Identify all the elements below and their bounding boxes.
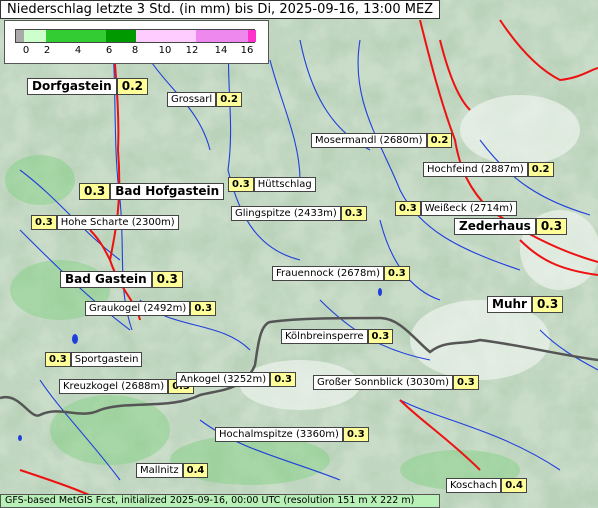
place-marker: Ankogel (3252m) 0.3 [176,372,296,387]
precipitation-value: 0.3 [531,296,564,313]
place-marker: Grossarl 0.2 [167,92,242,107]
place-marker: Hochalmspitze (3360m) 0.3 [215,427,369,442]
place-name: Zederhaus [454,218,536,235]
place-name: Koschach [446,478,502,493]
precipitation-value: 0.3 [342,427,369,442]
precipitation-value: 0.3 [367,329,394,344]
legend-tick-label: 4 [74,45,82,56]
place-marker: Muhr 0.3 [487,296,564,313]
precipitation-value: 0.3 [190,301,217,316]
legend-tick-label: 8 [131,45,139,56]
precipitation-value: 0.2 [426,133,453,148]
legend-tick-label: 2 [43,45,51,56]
precipitation-value: 0.3 [395,201,421,216]
legend-tick-label: 6 [105,45,113,56]
precipitation-value: 0.3 [45,352,71,367]
place-name: Dorfgastein [27,78,117,95]
precipitation-value: 0.3 [535,218,568,235]
place-marker: Koschach 0.4 [446,478,527,493]
precipitation-value: 0.2 [216,92,242,107]
place-name: Großer Sonnblick (3030m) [313,375,454,390]
map-title: Niederschlag letzte 3 Std. (in mm) bis D… [0,0,441,19]
legend-color-bar [15,29,256,43]
place-marker: Dorfgastein 0.2 [27,78,148,95]
legend-tick-label: 10 [158,45,172,56]
place-marker: Glingspitze (2433m) 0.3 [231,206,367,221]
precipitation-value: 0.3 [384,266,410,281]
precipitation-legend: 0 2 4 6 8 10 12 14 16 [4,20,269,64]
place-name: Muhr [487,296,532,313]
place-marker: 0.3 Weißeck (2714m) [395,201,517,216]
place-marker: Kreuzkogel (2688m)0.3 [59,379,194,394]
place-name: Hochfeind (2887m) [423,162,528,177]
place-name: Bad Hofgastein [110,183,225,200]
place-name: Glingspitze (2433m) [231,206,341,221]
place-marker: 0.3 Hüttschlag [228,177,316,192]
legend-tick-label: 16 [240,45,254,56]
legend-seg-1 [24,30,46,42]
place-name: Hohe Scharte (2300m) [56,215,179,230]
place-marker: 0.3 Sportgastein [45,352,143,367]
place-name: Ankogel (3252m) [176,372,271,387]
place-marker: Kölnbreinsperre 0.3 [281,329,394,344]
legend-seg-6 [248,30,256,42]
place-marker: Graukogel (2492m) 0.3 [85,301,217,316]
place-name: Graukogel (2492m) [85,301,191,316]
legend-seg-4 [136,30,196,42]
precipitation-value: 0.3 [453,375,479,390]
precipitation-value: 0.4 [501,478,527,493]
place-marker: 0.3 Bad Hofgastein [79,183,225,200]
place-marker: Bad Gastein 0.3 [60,271,183,288]
place-marker: 0.3 Hohe Scharte (2300m) [31,215,179,230]
precipitation-value: 0.3 [340,206,367,221]
place-marker: Großer Sonnblick (3030m) 0.3 [313,375,479,390]
legend-seg-3 [106,30,136,42]
place-name: Sportgastein [70,352,143,367]
precipitation-value: 0.3 [79,183,111,200]
precipitation-value: 0.3 [31,215,57,230]
place-name: Mallnitz [136,463,183,478]
precipitation-value: 0.2 [116,78,148,95]
place-marker: Hochfeind (2887m) 0.2 [423,162,554,177]
place-marker: Frauennock (2678m) 0.3 [272,266,410,281]
precipitation-value: 0.3 [228,177,254,192]
place-name: Grossarl [167,92,217,107]
place-name: Hochalmspitze (3360m) [215,427,343,442]
legend-seg-zero [16,30,24,42]
precipitation-value: 0.3 [151,271,183,288]
place-marker: Zederhaus 0.3 [454,218,568,235]
place-name: Mosermandl (2680m) [311,133,427,148]
legend-tick-label: 12 [185,45,199,56]
precipitation-value: 0.2 [527,162,554,177]
place-name: Kölnbreinsperre [281,329,368,344]
place-marker: Mallnitz 0.4 [136,463,209,478]
place-name: Kreuzkogel (2688m) [59,379,169,394]
legend-seg-2 [46,30,106,42]
forecast-footer: GFS-based MetGIS Fcst, initialized 2025-… [0,494,440,508]
place-name: Bad Gastein [60,271,152,288]
place-marker: Mosermandl (2680m) 0.2 [311,133,453,148]
precipitation-value: 0.4 [182,463,209,478]
legend-seg-5 [196,30,248,42]
place-name: Weißeck (2714m) [420,201,517,216]
place-name: Frauennock (2678m) [272,266,385,281]
legend-tick-label: 14 [214,45,228,56]
place-name: Hüttschlag [253,177,316,192]
precipitation-value: 0.3 [270,372,296,387]
legend-tick-label: 0 [22,45,30,56]
